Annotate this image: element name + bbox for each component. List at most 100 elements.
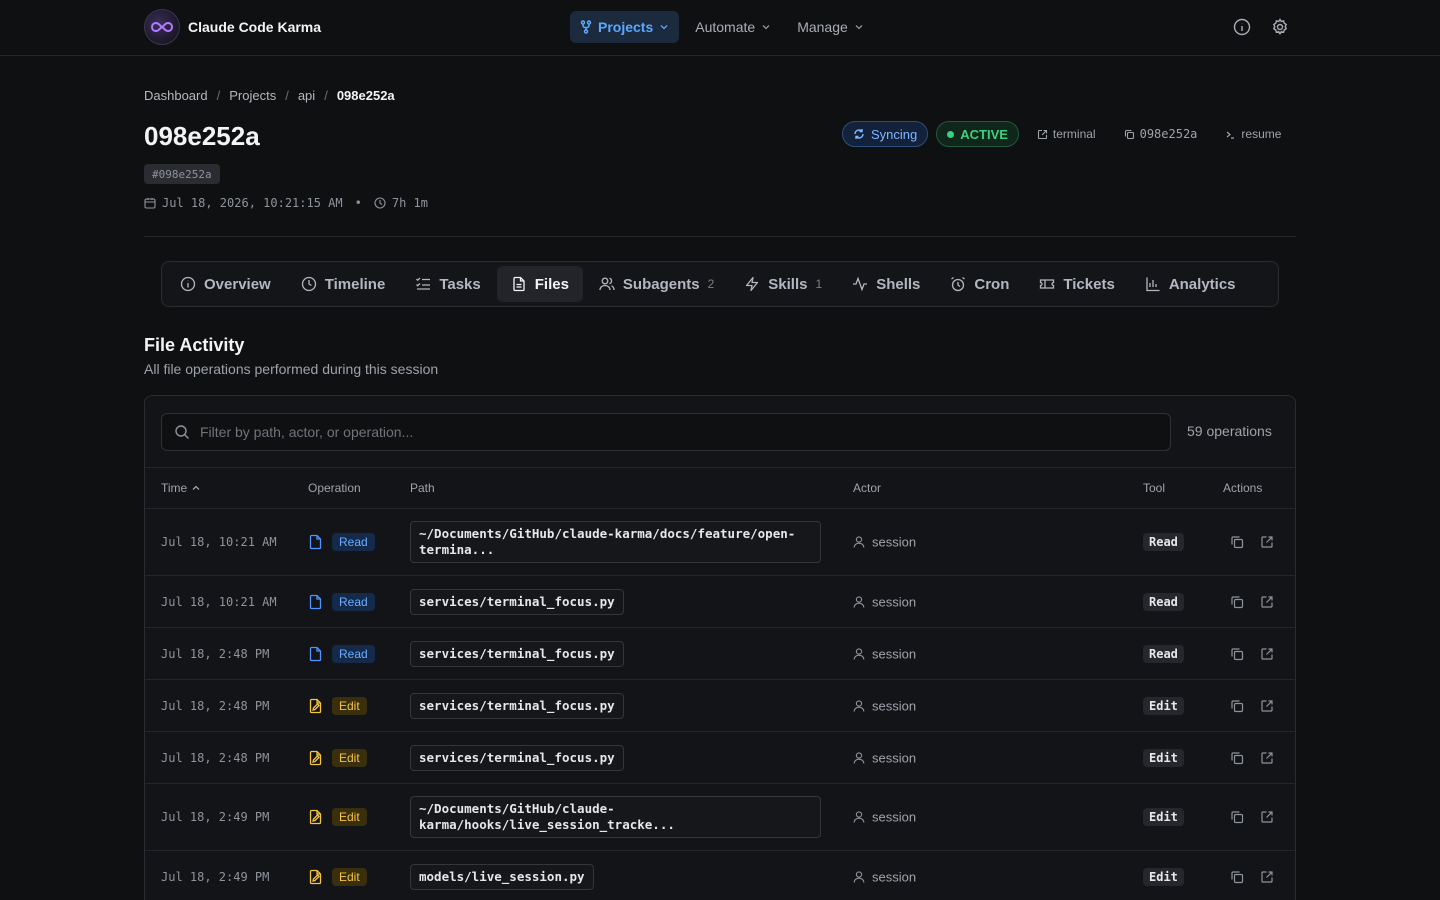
operation-badge: Edit: [332, 808, 367, 826]
row-operation: Edit: [308, 808, 367, 826]
copy-icon[interactable]: [1230, 647, 1244, 661]
column-tool: Tool: [1143, 481, 1166, 495]
file-path[interactable]: services/terminal_focus.py: [410, 588, 624, 615]
external-link-icon[interactable]: [1260, 751, 1274, 765]
table-row[interactable]: Jul 18, 10:21 AM Read services/terminal_fo…: [145, 576, 1295, 628]
column-time[interactable]: Time: [161, 481, 201, 495]
row-tool: Edit: [1143, 808, 1184, 826]
row-operation: Read: [308, 592, 375, 611]
row-path[interactable]: services/terminal_focus.py: [410, 640, 624, 667]
filter-input[interactable]: [200, 424, 1140, 440]
gear-icon[interactable]: [1270, 17, 1290, 37]
row-path[interactable]: models/live_session.py: [410, 863, 594, 890]
syncing-badge: Syncing: [842, 121, 929, 147]
file-path[interactable]: ~/Documents/GitHub/claude-karma/docs/fea…: [410, 521, 821, 563]
tab-timeline[interactable]: Timeline: [287, 266, 400, 302]
row-tool: Edit: [1143, 867, 1184, 886]
row-tool: Read: [1143, 644, 1184, 663]
row-path[interactable]: ~/Documents/GitHub/claude-karma/docs/fea…: [410, 521, 821, 563]
tab-shells[interactable]: Shells: [838, 266, 934, 302]
row-path[interactable]: services/terminal_focus.py: [410, 588, 624, 615]
table-row[interactable]: Jul 18, 2:49 PM Edit ~/Documents/GitHub/cl…: [145, 784, 1295, 851]
external-link-icon[interactable]: [1260, 699, 1274, 713]
tab-tickets[interactable]: Tickets: [1025, 266, 1128, 302]
tool-badge: Edit: [1143, 867, 1184, 886]
tab-analytics[interactable]: Analytics: [1131, 266, 1250, 302]
tool-badge: Read: [1143, 592, 1184, 611]
ticket-icon: [1039, 276, 1055, 292]
table-row[interactable]: Jul 18, 2:48 PM Edit services/terminal_foc…: [145, 680, 1295, 732]
breadcrumb-separator: /: [285, 88, 289, 103]
copy-icon[interactable]: [1230, 810, 1244, 824]
row-path[interactable]: services/terminal_focus.py: [410, 744, 624, 771]
row-path[interactable]: services/terminal_focus.py: [410, 692, 624, 719]
nav-manage[interactable]: Manage: [787, 11, 874, 43]
breadcrumb: Dashboard / Projects / api / 098e252a: [144, 88, 395, 103]
resume-session-button[interactable]: resume: [1215, 127, 1291, 141]
breadcrumb-dashboard[interactable]: Dashboard: [144, 88, 208, 103]
row-time: Jul 18, 10:21 AM: [161, 594, 277, 609]
copy-icon[interactable]: [1230, 751, 1244, 765]
actor-label: session: [872, 809, 917, 825]
copy-icon[interactable]: [1230, 699, 1244, 713]
list-checks-icon: [415, 276, 431, 292]
tab-tasks[interactable]: Tasks: [401, 266, 494, 302]
zap-icon: [744, 276, 760, 292]
top-nav: Claude Code Karma Projects Automate Mana…: [0, 0, 1440, 56]
row-actions: [1230, 810, 1274, 824]
copy-session-id-button[interactable]: 098e252a: [1114, 127, 1208, 141]
brand-logo: [144, 9, 180, 45]
info-icon[interactable]: [1232, 17, 1252, 37]
nav-projects[interactable]: Projects: [570, 11, 680, 43]
external-link-icon[interactable]: [1260, 810, 1274, 824]
row-time: Jul 18, 2:49 PM: [161, 869, 270, 884]
tab-overview[interactable]: Overview: [166, 266, 285, 302]
file-path[interactable]: services/terminal_focus.py: [410, 640, 624, 667]
info-icon: [180, 276, 196, 292]
tab-label: Cron: [974, 275, 1010, 293]
file-path[interactable]: ~/Documents/GitHub/claude-karma/hooks/li…: [410, 796, 821, 838]
row-operation: Edit: [308, 867, 367, 886]
external-link-icon[interactable]: [1260, 647, 1274, 661]
copy-icon: [1124, 129, 1135, 140]
row-actions: [1230, 870, 1274, 884]
table-row[interactable]: Jul 18, 10:21 AM Read ~/Documents/GitHub/c…: [145, 509, 1295, 576]
breadcrumb-project[interactable]: api: [298, 88, 315, 103]
filter-box: [161, 413, 1171, 451]
row-path[interactable]: ~/Documents/GitHub/claude-karma/hooks/li…: [410, 796, 821, 838]
tab-skills[interactable]: Skills 1: [730, 266, 836, 302]
copy-icon[interactable]: [1230, 595, 1244, 609]
tab-files[interactable]: Files: [496, 266, 583, 302]
search-icon: [174, 424, 190, 440]
session-meta: Jul 18, 2026, 10:21:15 AM • 7h 1m: [144, 196, 428, 210]
table-row[interactable]: Jul 18, 2:48 PM Read services/terminal_foc…: [145, 628, 1295, 680]
tab-cron[interactable]: Cron: [936, 266, 1023, 302]
tab-label: Timeline: [324, 275, 386, 293]
open-terminal-button[interactable]: terminal: [1027, 127, 1106, 141]
table-row[interactable]: Jul 18, 2:49 PM Edit models/live_session.p…: [145, 851, 1295, 900]
section-subtitle: All file operations performed during thi…: [144, 361, 439, 377]
brand[interactable]: Claude Code Karma: [144, 9, 321, 45]
file-path[interactable]: services/terminal_focus.py: [410, 692, 624, 719]
breadcrumb-projects[interactable]: Projects: [229, 88, 276, 103]
live-dot-icon: [947, 130, 955, 138]
tool-badge: Edit: [1143, 808, 1184, 826]
file-path[interactable]: models/live_session.py: [410, 863, 594, 890]
row-tool: Edit: [1143, 696, 1184, 715]
external-link-icon[interactable]: [1260, 870, 1274, 884]
row-actor: session: [853, 869, 916, 884]
external-link-icon[interactable]: [1260, 535, 1274, 549]
nav-automate[interactable]: Automate: [685, 11, 781, 43]
bar-chart-icon: [1145, 276, 1161, 292]
table-row[interactable]: Jul 18, 2:48 PM Edit services/terminal_foc…: [145, 732, 1295, 784]
tab-label: Tasks: [439, 275, 481, 293]
tab-subagents[interactable]: Subagents 2: [585, 266, 728, 302]
actor-label: session: [872, 750, 917, 765]
tab-count: 2: [707, 277, 715, 291]
copy-icon[interactable]: [1230, 870, 1244, 884]
file-path[interactable]: services/terminal_focus.py: [410, 744, 624, 771]
copy-icon[interactable]: [1230, 535, 1244, 549]
user-icon: [853, 811, 865, 824]
terminal-prompt-icon: [1225, 129, 1236, 140]
external-link-icon[interactable]: [1260, 595, 1274, 609]
